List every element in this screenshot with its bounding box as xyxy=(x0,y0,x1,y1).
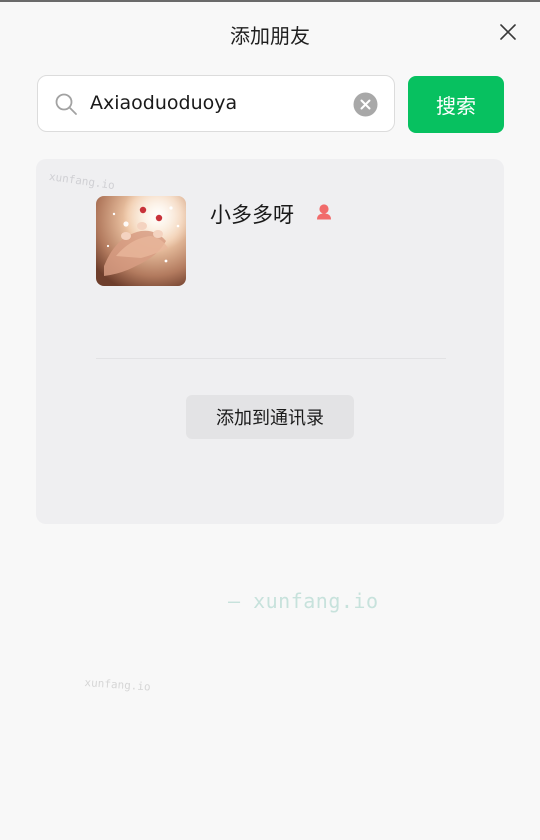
contact-name: 小多多呀 xyxy=(210,203,294,227)
page-title: 添加朋友 xyxy=(230,24,310,48)
watermark: — xunfang.io xyxy=(228,589,379,613)
search-button[interactable]: 搜索 xyxy=(408,76,504,133)
search-box[interactable] xyxy=(37,75,395,132)
close-icon[interactable] xyxy=(498,22,518,42)
add-to-contacts-button[interactable]: 添加到通讯录 xyxy=(186,395,354,439)
search-result-card: 小多多呀 添加到通讯录 xyxy=(36,159,504,524)
search-icon xyxy=(55,93,77,115)
clear-icon[interactable] xyxy=(353,92,378,117)
avatar[interactable] xyxy=(96,196,186,286)
avatar-image xyxy=(96,196,186,286)
female-user-icon xyxy=(317,204,331,220)
divider xyxy=(96,358,446,359)
header: 添加朋友 xyxy=(0,2,540,64)
search-input[interactable] xyxy=(90,85,340,121)
watermark: xunfang.io xyxy=(84,676,152,694)
